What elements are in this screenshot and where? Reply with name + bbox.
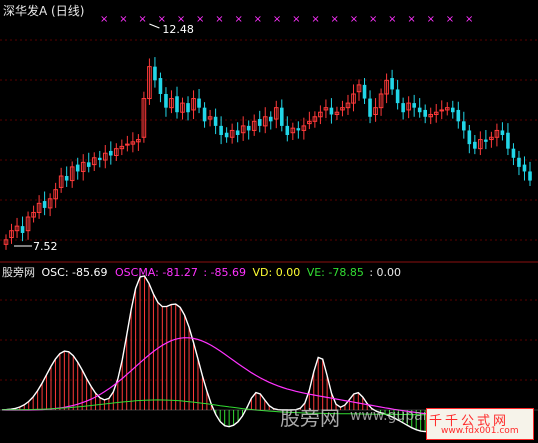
indicator-name: 股旁网 — [2, 266, 35, 279]
candle-body-down — [390, 78, 394, 90]
candle-body-down — [462, 121, 466, 131]
candle-body-down — [368, 98, 372, 117]
candle-body-down — [109, 150, 113, 156]
candle-body-down — [153, 66, 157, 81]
ve-value: -78.85 — [328, 266, 364, 279]
candle-body-down — [473, 141, 477, 149]
signal-marker: × — [215, 14, 223, 25]
candle-body-down — [158, 78, 163, 94]
candle-body-down — [395, 89, 400, 104]
signal-marker: × — [331, 14, 339, 25]
vd-label: VD: — [252, 266, 273, 279]
osc-value: -85.69 — [72, 266, 108, 279]
signal-marker: × — [292, 14, 300, 25]
seal-logo: 千千公式网 www.fdx001.com — [426, 408, 534, 440]
candle-body-down — [97, 157, 102, 161]
candle-body-down — [522, 164, 527, 172]
signal-marker: × — [369, 14, 377, 25]
osc-label: OSC: — [41, 266, 69, 279]
candle-body-down — [175, 96, 179, 113]
candle-body-down — [296, 128, 301, 131]
stock-title: 深华发A (日线) — [3, 4, 85, 18]
candle-body-down — [456, 109, 461, 122]
candle-body-down — [202, 107, 207, 122]
signal-marker: × — [119, 14, 127, 25]
signal-marker: × — [177, 14, 185, 25]
candle-body-down — [42, 201, 47, 208]
candle-body-down — [257, 119, 262, 126]
candle-body-down — [484, 139, 488, 142]
candle-body-down — [64, 176, 69, 181]
signal-marker: × — [158, 14, 166, 25]
signal-marker: × — [138, 14, 146, 25]
signal-marker: × — [273, 14, 281, 25]
candle-body-down — [401, 103, 405, 113]
signal-marker: × — [196, 14, 204, 25]
candle-body-down — [467, 130, 472, 145]
candle-body-down — [197, 98, 201, 108]
watermark-cn: 股旁网 — [280, 406, 340, 430]
signal-marker: × — [388, 14, 396, 25]
candle-body-down — [75, 164, 80, 172]
candle-body-down — [450, 107, 455, 113]
candle-body-down — [417, 107, 422, 113]
signal-marker: × — [407, 14, 415, 25]
candle-body-down — [20, 226, 25, 233]
vd-value: 0.00 — [275, 266, 301, 279]
candle-body-down — [164, 93, 168, 108]
ve-label: VE: — [306, 266, 325, 279]
candle-body-down — [279, 107, 284, 126]
candle-body-down — [224, 132, 229, 138]
candle-body-down — [517, 157, 521, 167]
candle-body-down — [511, 148, 516, 158]
last-value: : 0.00 — [369, 266, 402, 279]
candle-body-down — [186, 103, 190, 113]
low-label: 7.52 — [33, 240, 58, 253]
candle-body-down — [412, 103, 416, 108]
candle-body-down — [268, 116, 273, 122]
seal-url: www.fdx001.com — [441, 426, 519, 436]
candle-body-down — [285, 125, 290, 135]
candle-body-down — [329, 107, 334, 115]
chart-root: 12.48 7.52 × × × × × × × × × × × × × × × × × × × × 深华发A (日线) … — [0, 0, 538, 443]
candle-body-down — [219, 125, 223, 135]
extra-value: : -85.69 — [203, 266, 246, 279]
signal-marker: × — [465, 14, 473, 25]
signal-marker: × — [311, 14, 319, 25]
candle-body-down — [423, 109, 427, 117]
indicator-legend: 股旁网 OSC: -85.69 OSCMA: -81.27 : -85.69 V… — [2, 264, 401, 280]
candle-body-down — [235, 130, 240, 135]
candle-body-down — [86, 162, 91, 167]
candle-body-down — [506, 132, 510, 149]
signal-marker: × — [446, 14, 454, 25]
candle-body-up — [125, 143, 130, 146]
candle-body-up — [439, 109, 445, 112]
watermark-url: www.gupang.com — [350, 408, 425, 424]
candle-body-down — [362, 84, 367, 99]
candle-body-down — [213, 116, 218, 126]
candle-body-down — [246, 125, 251, 131]
oscma-label: OSCMA: — [115, 266, 159, 279]
signal-marker: × — [100, 14, 108, 25]
candle-body-down — [500, 130, 505, 135]
signal-marker: × — [234, 14, 242, 25]
oscma-value: -81.27 — [162, 266, 198, 279]
chart-canvas: 12.487.52× × × × × × × × × × × × × × × × × × × × — [0, 14, 538, 433]
signal-marker: × — [254, 14, 262, 25]
signal-marker: × — [427, 14, 435, 25]
signal-marker: × — [350, 14, 358, 25]
candle-body-down — [528, 171, 532, 181]
